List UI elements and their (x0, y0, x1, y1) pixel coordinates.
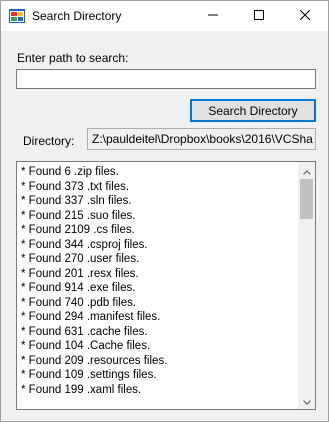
scroll-down-button[interactable] (298, 392, 315, 409)
directory-label: Directory: (23, 134, 75, 148)
result-line: * Found 270 .user files. (21, 253, 140, 265)
scroll-thumb[interactable] (300, 179, 313, 219)
result-line: * Found 631 .cache files. (21, 325, 148, 338)
window-title: Search Directory (32, 9, 122, 23)
result-line: * Found 209 .resources files. (21, 354, 168, 367)
path-label: Enter path to search: (17, 51, 129, 65)
chevron-up-icon (302, 164, 311, 178)
directory-field: Z:\pauldeitel\Dropbox\books\2016\VCSha (87, 128, 316, 150)
result-line: * Found 201 .resx files. (21, 267, 139, 280)
close-icon (299, 9, 311, 23)
maximize-button[interactable] (236, 1, 282, 31)
result-line: * Found 2109 .cs files. (21, 224, 135, 236)
result-line: * Found 914 .exe files. (21, 282, 136, 294)
title-bar[interactable]: Search Directory (1, 1, 328, 31)
minimize-button[interactable] (190, 1, 236, 31)
result-line: * Found 344 .csproj files. (21, 238, 148, 251)
result-line: * Found 199 .xaml files. (21, 383, 142, 396)
result-line: * Found 109 .settings files. (21, 369, 157, 381)
result-line: * Found 104 .Cache files. (21, 340, 151, 352)
close-button[interactable] (282, 1, 328, 31)
results-list: * Found 6 .zip files. * Found 373 .txt fi… (21, 165, 291, 397)
path-input[interactable] (16, 69, 316, 89)
result-line: * Found 740 .pdb files. (21, 296, 137, 309)
result-line: * Found 294 .manifest files. (21, 311, 161, 323)
scroll-up-button[interactable] (298, 162, 315, 179)
chevron-down-icon (302, 394, 311, 408)
search-directory-button[interactable]: Search Directory (190, 99, 316, 122)
result-line: * Found 6 .zip files. (21, 166, 119, 178)
vertical-scrollbar[interactable] (298, 162, 315, 409)
result-line: * Found 215 .suo files. (21, 209, 136, 222)
minimize-icon (208, 9, 218, 23)
winforms-app-icon (9, 8, 25, 24)
results-textbox[interactable]: * Found 6 .zip files. * Found 373 .txt fi… (16, 161, 316, 410)
search-directory-window: Search Directory Enter path to search: S… (0, 0, 329, 422)
result-line: * Found 373 .txt files. (21, 180, 130, 193)
result-line: * Found 337 .sln files. (21, 195, 132, 207)
maximize-icon (254, 9, 264, 23)
